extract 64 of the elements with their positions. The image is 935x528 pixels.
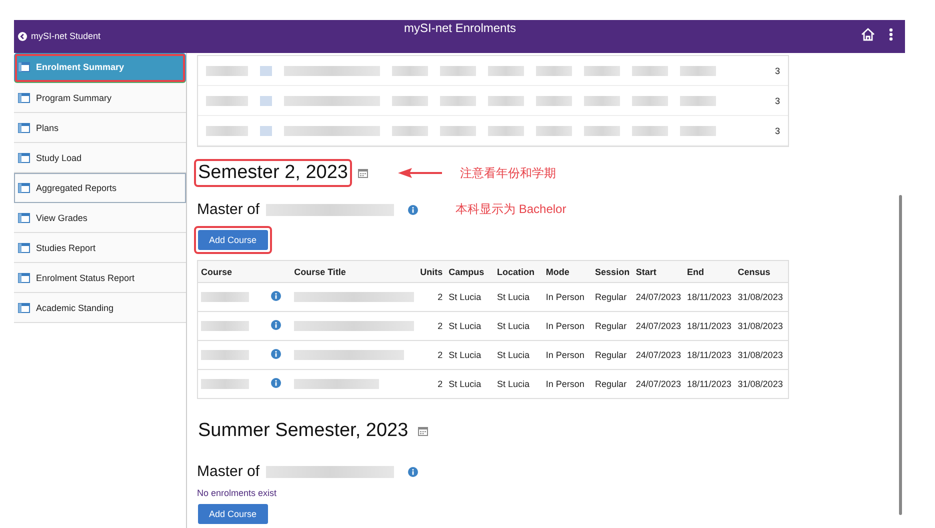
table-cell: In Person [542,370,592,398]
term-heading: Summer Semester, 2023 [197,419,410,443]
sidebar-item[interactable]: Plans [14,113,186,143]
sidebar-item[interactable]: Program Summary [14,83,186,113]
table-cell: St Lucia [494,312,543,340]
annotation-note: 注意看年份和学期 [460,164,556,182]
column-header: Units [417,260,446,282]
column-header: End [684,260,735,282]
table-cell: Regular [592,312,633,340]
table-cell: Regular [592,340,633,370]
table-cell: 24/07/2023 [632,370,684,398]
sidebar-item[interactable]: Academic Standing [14,293,186,323]
column-header: Start [632,260,684,282]
table-cell: Regular [592,370,633,398]
table-cell: 2 [417,312,446,340]
table-cell: 18/11/2023 [684,370,735,398]
table-cell: 3 [774,66,780,76]
table-cell: 24/07/2023 [632,282,684,312]
column-header: Campus [446,260,494,282]
table-cell: St Lucia [494,340,543,370]
table-cell: 18/11/2023 [684,282,735,312]
table-cell: 24/07/2023 [632,340,684,370]
table-cell: 18/11/2023 [684,312,735,340]
table-cell: 31/08/2023 [734,282,788,312]
table-cell: In Person [542,312,592,340]
table-cell: 24/07/2023 [632,312,684,340]
table-cell: St Lucia [446,312,494,340]
column-header: Mode [542,260,592,282]
add-course-button[interactable]: Add Course [198,504,268,524]
add-course-button[interactable]: Add Course [198,230,268,250]
table-cell: 2 [417,340,446,370]
column-header: Census [734,260,788,282]
term-heading: Semester 2, 2023 [194,159,352,187]
table-cell: St Lucia [494,370,543,398]
table-cell: 31/08/2023 [734,340,788,370]
table-cell: Regular [592,282,633,312]
table-cell: 2 [417,282,446,312]
table-cell: In Person [542,340,592,370]
table-cell: St Lucia [494,282,543,312]
table-cell: 3 [774,96,780,106]
program-name: Master of [197,201,260,218]
empty-message: No enrolments exist [197,488,278,498]
table-cell: St Lucia [446,282,494,312]
back-link[interactable]: mySI-net Student [18,31,101,41]
column-header: Course Title [291,260,418,282]
sidebar-item[interactable]: Aggregated Reports [14,173,186,203]
column-header: Location [494,260,543,282]
sidebar-item[interactable]: View Grades [14,203,186,233]
table-cell: 31/08/2023 [734,370,788,398]
sidebar-item[interactable]: Study Load [14,143,186,173]
sidebar-item[interactable]: Studies Report [14,233,186,263]
table-cell: St Lucia [446,340,494,370]
table-cell: 31/08/2023 [734,312,788,340]
column-header: Course [198,260,268,282]
page-title: mySI-net Enrolments [404,21,516,35]
column-header: Session [592,260,633,282]
table-cell: 3 [774,126,780,136]
table-cell: 18/11/2023 [684,340,735,370]
table-cell: In Person [542,282,592,312]
sidebar-item[interactable]: Enrolment Status Report [14,263,186,293]
table-cell: 2 [417,370,446,398]
program-name: Master of [197,463,260,480]
table-cell: St Lucia [446,370,494,398]
annotation-note: 本科显示为 Bachelor [456,201,566,218]
